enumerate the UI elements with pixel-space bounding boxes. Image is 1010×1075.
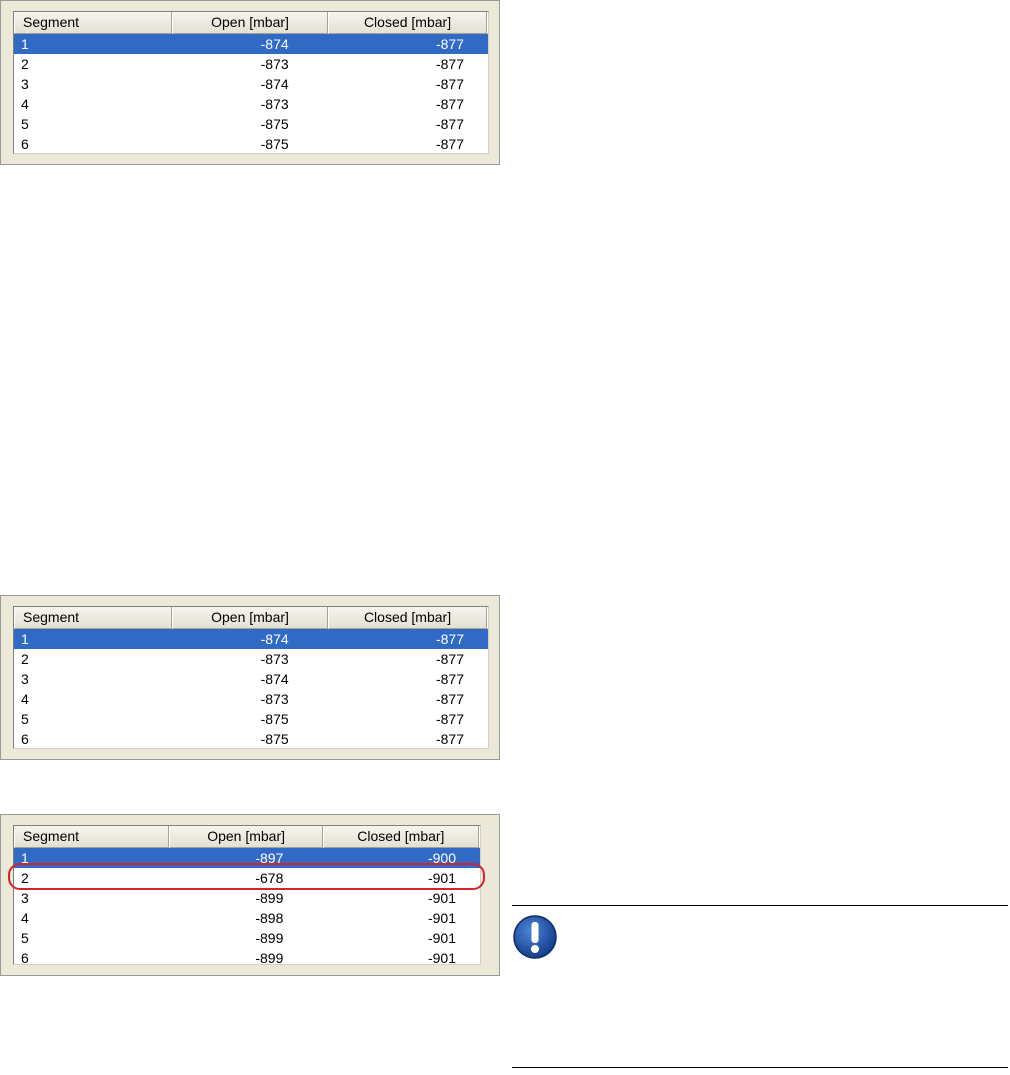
header-open[interactable]: Open [mbar] bbox=[172, 12, 329, 34]
cell-open: -873 bbox=[260, 56, 289, 72]
cell-open: -874 bbox=[260, 631, 289, 647]
cell-segment: 1 bbox=[21, 36, 29, 52]
cell-closed: -877 bbox=[435, 711, 464, 727]
header-filler bbox=[487, 607, 488, 629]
cell-segment: 6 bbox=[21, 950, 29, 965]
cell-closed: -901 bbox=[427, 930, 456, 946]
table-row[interactable]: 3 -874 -877 bbox=[14, 669, 488, 689]
list-header-2: Segment Open [mbar] Closed [mbar] bbox=[14, 607, 488, 629]
table-row[interactable]: 1 -874 -877 bbox=[14, 34, 488, 54]
list-header-3: Segment Open [mbar] Closed [mbar] bbox=[14, 826, 480, 848]
table-row[interactable]: 6 -875 -877 bbox=[14, 729, 488, 748]
highlight-ring-row-2 bbox=[8, 863, 485, 890]
cell-segment: 2 bbox=[21, 56, 29, 72]
list-header-1: Segment Open [mbar] Closed [mbar] bbox=[14, 12, 488, 34]
cell-open: -874 bbox=[260, 36, 289, 52]
cell-segment: 2 bbox=[21, 651, 29, 667]
cell-segment: 1 bbox=[21, 631, 29, 647]
cell-open: -875 bbox=[260, 711, 289, 727]
exclamation-icon bbox=[512, 914, 558, 960]
cell-segment: 5 bbox=[21, 930, 29, 946]
cell-closed: -877 bbox=[435, 631, 464, 647]
table-row[interactable]: 5 -875 -877 bbox=[14, 709, 488, 729]
table-row[interactable]: 5 -875 -877 bbox=[14, 114, 488, 134]
table-row[interactable]: 3 -874 -877 bbox=[14, 74, 488, 94]
table-row[interactable]: 4 -873 -877 bbox=[14, 689, 488, 709]
header-closed[interactable]: Closed [mbar] bbox=[328, 607, 487, 629]
cell-segment: 5 bbox=[21, 711, 29, 727]
cell-open: -875 bbox=[260, 731, 289, 747]
cell-segment: 3 bbox=[21, 671, 29, 687]
table-row[interactable]: 1 -874 -877 bbox=[14, 629, 488, 649]
cell-open: -899 bbox=[255, 950, 284, 965]
cell-open: -873 bbox=[260, 96, 289, 112]
cell-open: -899 bbox=[255, 930, 284, 946]
header-closed[interactable]: Closed [mbar] bbox=[322, 826, 479, 848]
segment-list-view-3[interactable]: Segment Open [mbar] Closed [mbar] 1 -897… bbox=[13, 825, 481, 965]
cell-open: -899 bbox=[255, 890, 284, 906]
cell-closed: -901 bbox=[427, 890, 456, 906]
header-segment[interactable]: Segment bbox=[14, 826, 170, 848]
header-segment[interactable]: Segment bbox=[14, 607, 173, 629]
segment-table-panel-2: Segment Open [mbar] Closed [mbar] 1 -874… bbox=[0, 595, 500, 760]
cell-segment: 4 bbox=[21, 910, 29, 926]
cell-segment: 4 bbox=[21, 96, 29, 112]
cell-open: -873 bbox=[260, 691, 289, 707]
cell-open: -874 bbox=[260, 671, 289, 687]
cell-segment: 3 bbox=[21, 890, 29, 906]
header-open[interactable]: Open [mbar] bbox=[172, 607, 329, 629]
segment-list-view-2[interactable]: Segment Open [mbar] Closed [mbar] 1 -874… bbox=[13, 606, 489, 749]
cell-closed: -901 bbox=[427, 910, 456, 926]
header-closed[interactable]: Closed [mbar] bbox=[328, 12, 487, 34]
header-filler bbox=[479, 826, 480, 848]
cell-closed: -877 bbox=[435, 651, 464, 667]
cell-closed: -877 bbox=[435, 96, 464, 112]
cell-segment: 6 bbox=[21, 731, 29, 747]
table-row[interactable]: 2 -873 -877 bbox=[14, 54, 488, 74]
table-row[interactable]: 6 -875 -877 bbox=[14, 134, 488, 153]
cell-closed: -877 bbox=[435, 671, 464, 687]
cell-closed: -877 bbox=[435, 116, 464, 132]
cell-closed: -877 bbox=[435, 36, 464, 52]
header-open[interactable]: Open [mbar] bbox=[169, 826, 323, 848]
cell-closed: -901 bbox=[427, 950, 456, 965]
cell-open: -873 bbox=[260, 651, 289, 667]
cell-open: -875 bbox=[260, 116, 289, 132]
cell-segment: 5 bbox=[21, 116, 29, 132]
table-row[interactable]: 2 -873 -877 bbox=[14, 649, 488, 669]
notice-bottom-rule bbox=[512, 1067, 1008, 1068]
table-row[interactable]: 3 -899 -901 bbox=[14, 888, 480, 908]
header-filler bbox=[487, 12, 488, 34]
cell-segment: 3 bbox=[21, 76, 29, 92]
segment-table-panel-1: Segment Open [mbar] Closed [mbar] 1 -874… bbox=[0, 0, 500, 165]
header-segment[interactable]: Segment bbox=[14, 12, 173, 34]
cell-segment: 6 bbox=[21, 136, 29, 152]
cell-closed: -877 bbox=[435, 136, 464, 152]
table-row[interactable]: 6 -899 -901 bbox=[14, 948, 480, 965]
table-row[interactable]: 5 -899 -901 bbox=[14, 928, 480, 948]
notice-top-rule bbox=[512, 905, 1008, 906]
cell-segment: 4 bbox=[21, 691, 29, 707]
cell-closed: -877 bbox=[435, 56, 464, 72]
cell-open: -898 bbox=[255, 910, 284, 926]
cell-closed: -877 bbox=[435, 691, 464, 707]
segment-list-view-1[interactable]: Segment Open [mbar] Closed [mbar] 1 -874… bbox=[13, 11, 489, 154]
cell-closed: -877 bbox=[435, 76, 464, 92]
cell-open: -875 bbox=[260, 136, 289, 152]
segment-table-panel-3: Segment Open [mbar] Closed [mbar] 1 -897… bbox=[0, 814, 500, 976]
table-row[interactable]: 4 -898 -901 bbox=[14, 908, 480, 928]
cell-closed: -877 bbox=[435, 731, 464, 747]
table-row[interactable]: 4 -873 -877 bbox=[14, 94, 488, 114]
cell-open: -874 bbox=[260, 76, 289, 92]
